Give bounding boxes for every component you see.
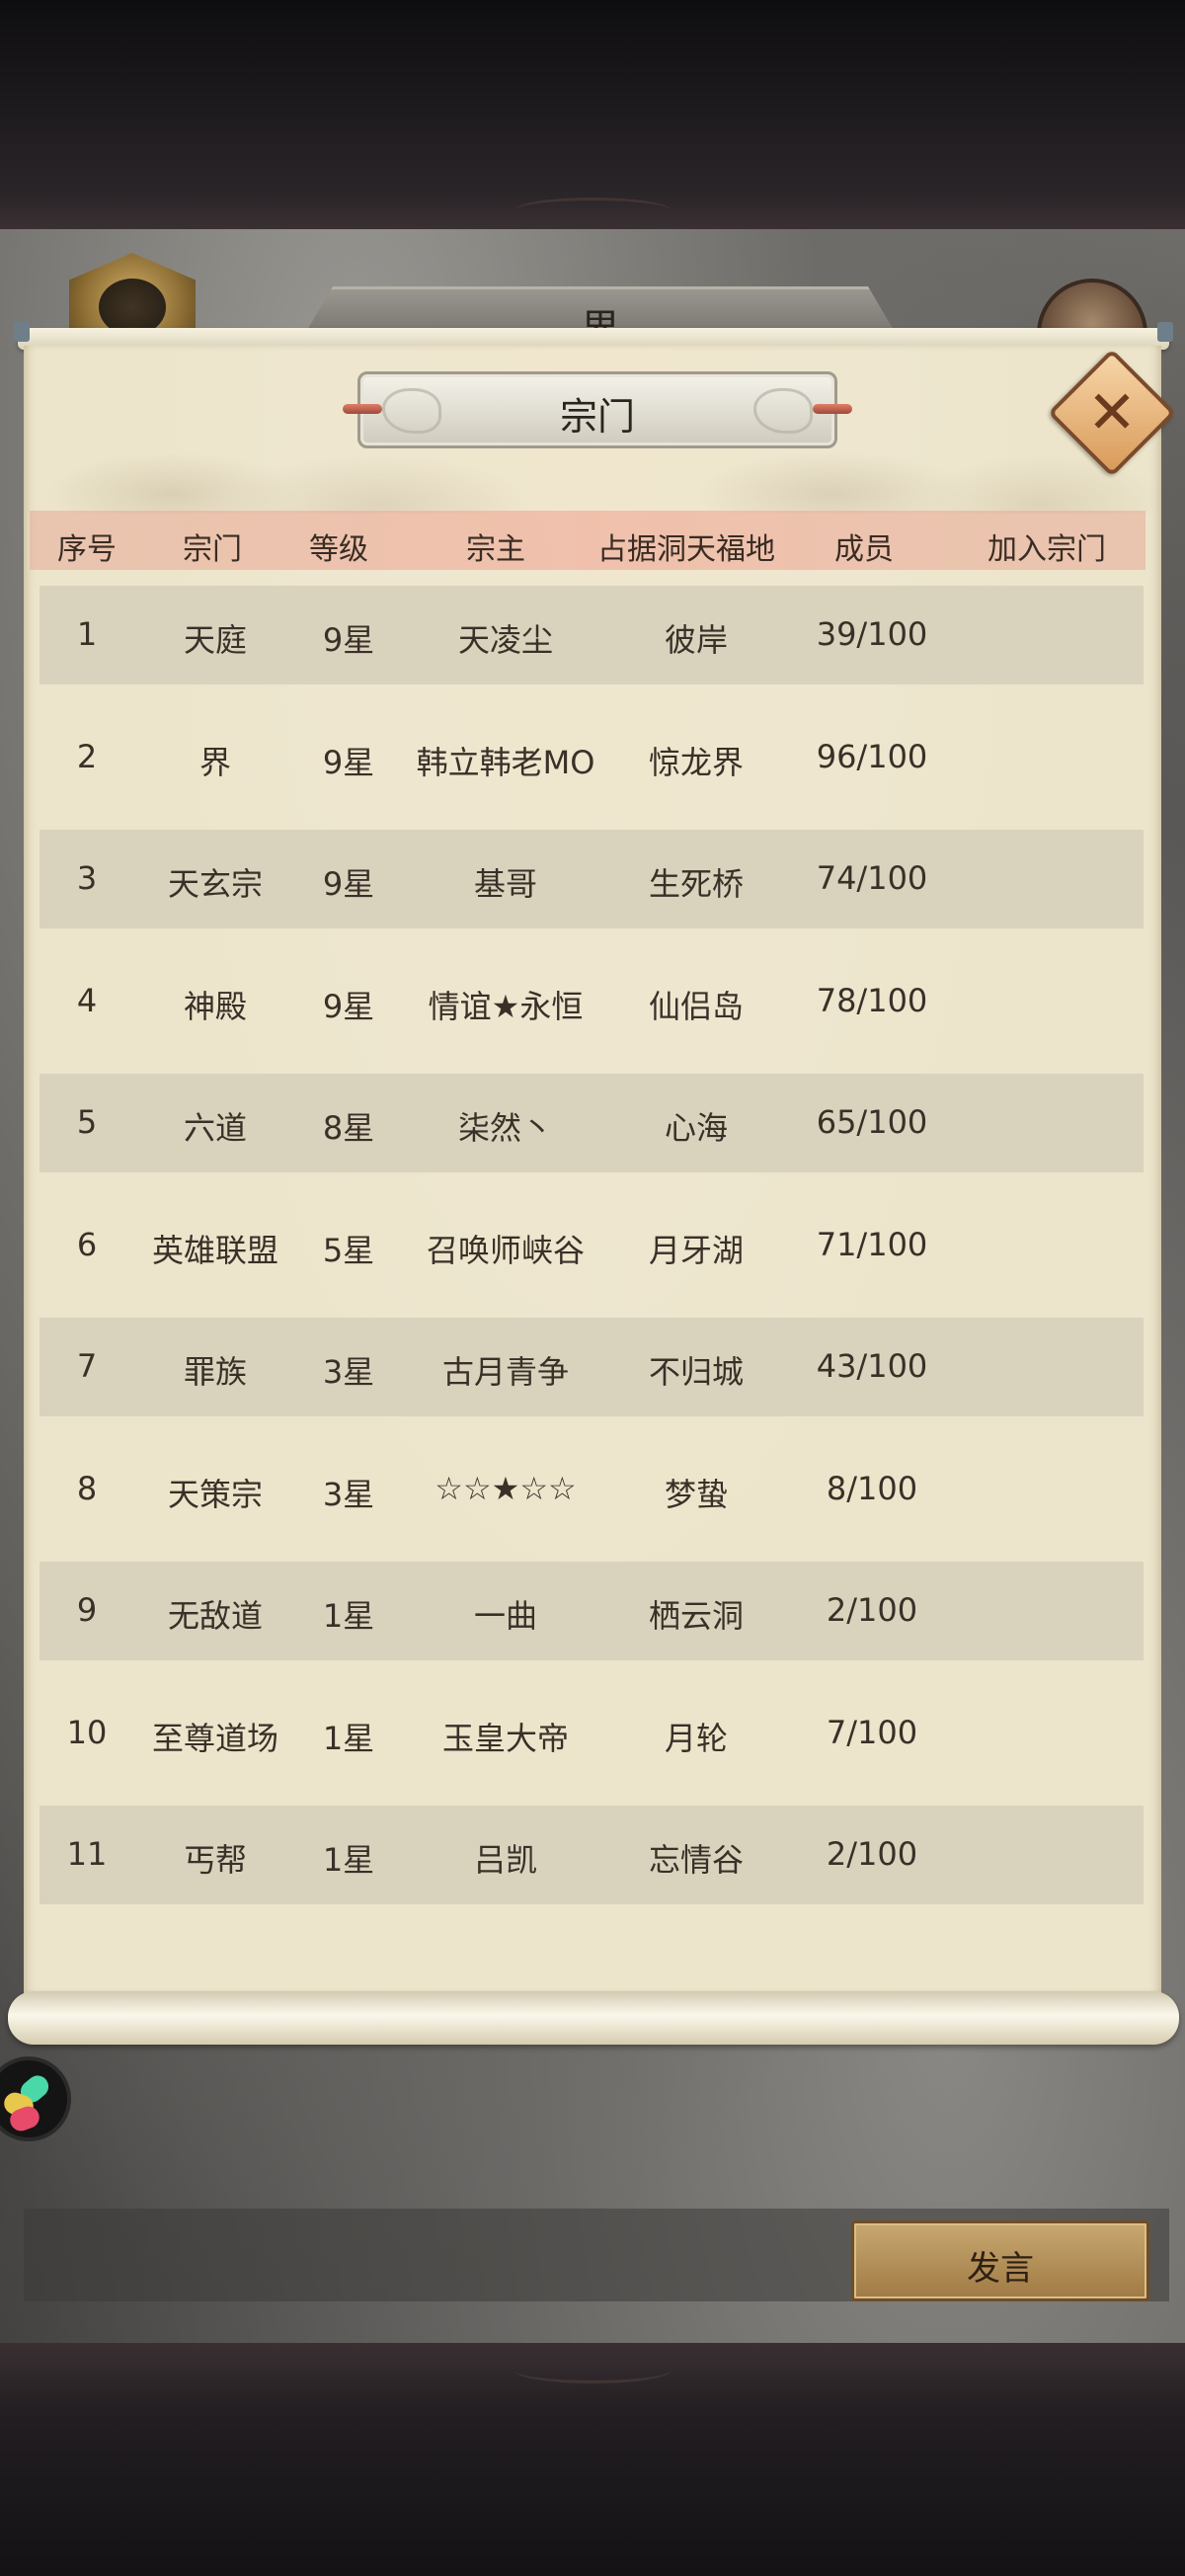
table-row[interactable]: 1 天庭 9星 天凌尘 彼岸 39/100 bbox=[40, 586, 1144, 684]
header-col-level: 等级 bbox=[309, 532, 368, 567]
header-col-leader: 宗主 bbox=[466, 532, 525, 567]
cell-leader: 基哥 bbox=[473, 865, 538, 903]
speak-button[interactable]: 发言 bbox=[851, 2220, 1149, 2301]
cell-leader: 吕凯 bbox=[473, 1841, 538, 1879]
table-row[interactable]: 6 英雄联盟 5星 召唤师峡谷 月牙湖 71/100 bbox=[40, 1196, 1144, 1295]
cell-level: 3星 bbox=[322, 1353, 375, 1391]
table-row[interactable]: 7 罪族 3星 古月青争 不归城 43/100 bbox=[40, 1318, 1144, 1416]
cell-members: 96/100 bbox=[816, 737, 928, 775]
cell-level: 9星 bbox=[322, 743, 375, 781]
cell-members: 2/100 bbox=[826, 1591, 918, 1629]
cell-sect: 神殿 bbox=[183, 987, 248, 1025]
header-col-join: 加入宗门 bbox=[988, 532, 1106, 567]
table-row[interactable]: 3 天玄宗 9星 基哥 生死桥 74/100 bbox=[40, 830, 1144, 928]
cell-territory: 梦蛰 bbox=[664, 1475, 729, 1513]
cell-sect: 界 bbox=[198, 743, 232, 781]
table-row[interactable]: 9 无敌道 1星 一曲 栖云洞 2/100 bbox=[40, 1562, 1144, 1660]
cell-sect: 罪族 bbox=[183, 1353, 248, 1391]
cell-leader: 天凌尘 bbox=[457, 621, 554, 659]
cell-index: 10 bbox=[66, 1713, 108, 1751]
table-row[interactable]: 8 天策宗 3星 ☆☆★☆☆ 梦蛰 8/100 bbox=[40, 1440, 1144, 1539]
cell-index: 5 bbox=[76, 1103, 98, 1141]
cell-leader: 召唤师峡谷 bbox=[426, 1231, 586, 1269]
cell-members: 7/100 bbox=[826, 1713, 918, 1751]
cell-index: 6 bbox=[76, 1225, 98, 1263]
cell-members: 8/100 bbox=[826, 1469, 918, 1507]
cell-level: 8星 bbox=[322, 1109, 375, 1147]
dialog-title: 宗门 bbox=[559, 395, 635, 439]
cell-members: 71/100 bbox=[816, 1225, 928, 1263]
cell-territory: 栖云洞 bbox=[648, 1597, 745, 1635]
header-col-members: 成员 bbox=[834, 532, 894, 567]
cell-sect: 英雄联盟 bbox=[151, 1231, 279, 1269]
cell-sect: 至尊道场 bbox=[151, 1719, 279, 1757]
cell-sect: 天玄宗 bbox=[167, 865, 264, 903]
table-row[interactable]: 2 界 9星 韩立韩老MO 惊龙界 96/100 bbox=[40, 708, 1144, 807]
cell-members: 43/100 bbox=[816, 1347, 928, 1385]
cell-sect: 天策宗 bbox=[167, 1475, 264, 1513]
frame-ornament bbox=[514, 2357, 672, 2383]
cell-territory: 仙侣岛 bbox=[648, 987, 745, 1025]
scroll-bottom-rod bbox=[8, 1991, 1179, 2045]
table-row[interactable]: 10 至尊道场 1星 玉皇大帝 月轮 7/100 bbox=[40, 1684, 1144, 1783]
cell-index: 11 bbox=[66, 1835, 108, 1873]
cell-index: 9 bbox=[76, 1591, 98, 1629]
cell-members: 74/100 bbox=[816, 859, 928, 897]
cell-territory: 忘情谷 bbox=[648, 1841, 745, 1879]
cell-level: 1星 bbox=[322, 1719, 375, 1757]
cell-level: 9星 bbox=[322, 865, 375, 903]
cell-index: 4 bbox=[76, 981, 98, 1019]
header-col-index: 序号 bbox=[57, 532, 117, 567]
cell-territory: 惊龙界 bbox=[648, 743, 745, 781]
cell-leader: 柒然丶 bbox=[457, 1109, 554, 1147]
table-header: 序号 宗门 等级 宗主 占据洞天福地 成员 加入宗门 bbox=[30, 511, 1146, 570]
cell-members: 2/100 bbox=[826, 1835, 918, 1873]
cell-sect: 丐帮 bbox=[183, 1841, 248, 1879]
dialog-title-plaque: 宗门 bbox=[343, 371, 852, 448]
cell-level: 9星 bbox=[322, 987, 375, 1025]
bottom-frame bbox=[0, 2343, 1185, 2576]
header-col-territory: 占据洞天福地 bbox=[597, 532, 775, 567]
frame-ornament bbox=[514, 198, 672, 224]
cell-territory: 月牙湖 bbox=[648, 1231, 745, 1269]
cell-leader: 古月青争 bbox=[441, 1353, 570, 1391]
cell-index: 1 bbox=[76, 615, 98, 653]
cell-sect: 天庭 bbox=[183, 621, 248, 659]
cell-level: 1星 bbox=[322, 1597, 375, 1635]
close-icon: ✕ bbox=[1086, 378, 1138, 447]
cell-level: 1星 bbox=[322, 1841, 375, 1879]
cell-level: 9星 bbox=[322, 621, 375, 659]
cell-index: 8 bbox=[76, 1469, 98, 1507]
cell-territory: 生死桥 bbox=[648, 865, 745, 903]
speak-button-label: 发言 bbox=[967, 2249, 1034, 2289]
cell-sect: 六道 bbox=[183, 1109, 248, 1147]
cell-index: 7 bbox=[76, 1347, 98, 1385]
cell-leader: 玉皇大帝 bbox=[441, 1719, 570, 1757]
cell-leader: 情谊★永恒 bbox=[428, 987, 584, 1025]
cell-territory: 心海 bbox=[664, 1109, 729, 1147]
cell-members: 39/100 bbox=[816, 615, 928, 653]
table-row[interactable]: 4 神殿 9星 情谊★永恒 仙侣岛 78/100 bbox=[40, 952, 1144, 1051]
cell-index: 2 bbox=[76, 737, 98, 775]
cell-territory: 不归城 bbox=[648, 1353, 745, 1391]
table-row[interactable]: 5 六道 8星 柒然丶 心海 65/100 bbox=[40, 1074, 1144, 1172]
cell-members: 78/100 bbox=[816, 981, 928, 1019]
cell-leader: 一曲 bbox=[473, 1597, 538, 1635]
header-col-sect: 宗门 bbox=[183, 532, 242, 567]
cell-level: 3星 bbox=[322, 1475, 375, 1513]
top-frame bbox=[0, 0, 1185, 229]
table-row[interactable]: 11 丐帮 1星 吕凯 忘情谷 2/100 bbox=[40, 1806, 1144, 1904]
cell-index: 3 bbox=[76, 859, 98, 897]
cell-level: 5星 bbox=[322, 1231, 375, 1269]
cell-territory: 月轮 bbox=[664, 1719, 729, 1757]
cell-leader: 韩立韩老MO bbox=[416, 743, 595, 781]
cell-sect: 无敌道 bbox=[167, 1597, 264, 1635]
cell-members: 65/100 bbox=[816, 1103, 928, 1141]
cell-leader: ☆☆★☆☆ bbox=[434, 1469, 577, 1507]
cell-territory: 彼岸 bbox=[664, 621, 729, 659]
